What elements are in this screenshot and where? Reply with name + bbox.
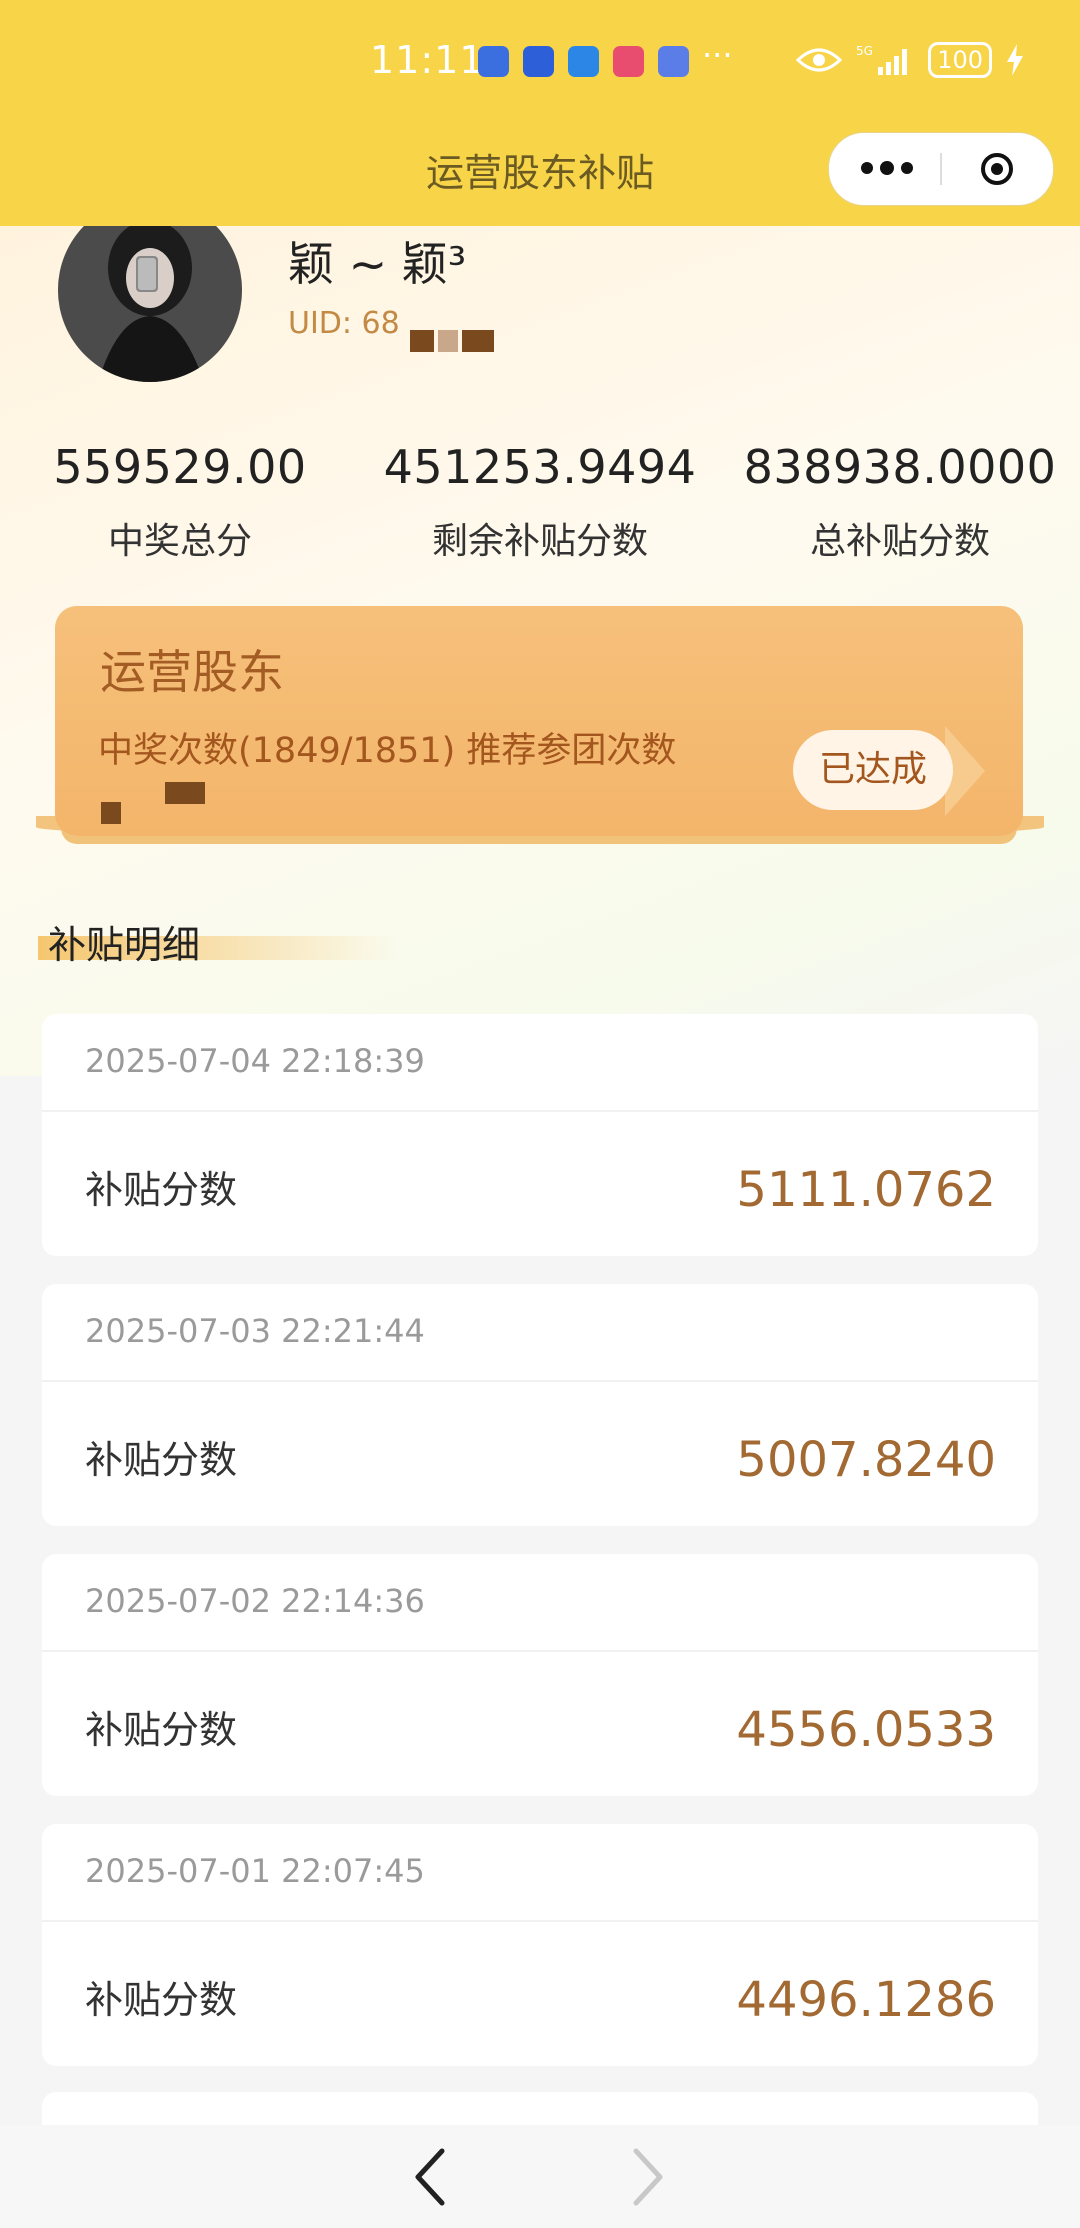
- item-divider: [42, 1110, 1038, 1112]
- signal-icon: 5G: [856, 44, 908, 75]
- achieved-badge: 已达成: [793, 730, 953, 810]
- stat-total-winning: 559529.00 中奖总分: [0, 440, 360, 564]
- more-notifications-icon: ···: [702, 36, 733, 74]
- eye-icon: [796, 48, 843, 72]
- close-mini-program-icon[interactable]: [979, 151, 1015, 187]
- stat-value: 838938.0000: [743, 440, 1057, 494]
- item-date: 2025-07-03 22:21:44: [85, 1312, 425, 1350]
- card-title: 运营股东: [100, 645, 284, 699]
- shareholder-status-card: 运营股东 中奖次数(1849/1851) 推荐参团次数 已达成: [55, 606, 1023, 836]
- battery-indicator: 100: [928, 42, 992, 78]
- redacted-mosaic: [410, 330, 434, 352]
- capsule-divider: [940, 153, 942, 185]
- charging-icon: [1007, 44, 1023, 76]
- item-date: 2025-07-04 22:18:39: [85, 1042, 425, 1080]
- globe-app-icon: [568, 46, 599, 77]
- network-type-label: 5G: [856, 44, 873, 58]
- chat-app-icon: [478, 46, 509, 77]
- stat-label: 中奖总分: [107, 521, 252, 562]
- reader-app-icon: [613, 46, 644, 77]
- redacted-mosaic: [101, 802, 121, 824]
- mini-program-capsule: [828, 132, 1054, 206]
- item-label: 补贴分数: [85, 1438, 238, 1482]
- back-arrow-icon[interactable]: [410, 2147, 450, 2207]
- stat-label: 总补贴分数: [809, 521, 990, 562]
- stat-value: 451253.9494: [383, 440, 697, 494]
- list-item: 2025-07-04 22:18:39 补贴分数 5111.0762: [42, 1014, 1038, 1256]
- redacted-mosaic: [165, 782, 205, 804]
- list-item: 2025-07-03 22:21:44 补贴分数 5007.8240: [42, 1284, 1038, 1526]
- item-label: 补贴分数: [85, 1708, 238, 1752]
- stat-value: 559529.00: [53, 440, 307, 494]
- notification-icons: [478, 46, 689, 77]
- section-title: 补贴明细: [48, 923, 201, 967]
- card-description: 中奖次数(1849/1851) 推荐参团次数: [98, 731, 677, 771]
- status-indicators: 5G 100: [796, 42, 1024, 78]
- redacted-mosaic: [462, 330, 494, 352]
- item-date: 2025-07-02 22:14:36: [85, 1582, 425, 1620]
- item-value: 5111.0762: [736, 1162, 996, 1218]
- more-options-icon[interactable]: [859, 153, 915, 183]
- list-item: 2025-07-01 22:07:45 补贴分数 4496.1286: [42, 1824, 1038, 2066]
- stat-label: 剩余补贴分数: [431, 521, 648, 562]
- item-divider: [42, 1380, 1038, 1382]
- item-date: 2025-07-01 22:07:45: [85, 1852, 425, 1890]
- status-bar: 11:11 ··· 5G 100: [0, 0, 1080, 128]
- stat-remaining-subsidy: 451253.9494 剩余补贴分数: [360, 440, 720, 564]
- item-label: 补贴分数: [85, 1168, 238, 1212]
- item-value: 5007.8240: [736, 1432, 996, 1488]
- score-stats: 559529.00 中奖总分 451253.9494 剩余补贴分数 838938…: [0, 440, 1080, 564]
- item-divider: [42, 1650, 1038, 1652]
- item-value: 4556.0533: [736, 1702, 996, 1758]
- top-header: 11:11 ··· 5G 100 运营股东补贴: [0, 0, 1080, 226]
- browser-app-icon: [523, 46, 554, 77]
- music-app-icon: [658, 46, 689, 77]
- user-uid: UID: 68: [288, 306, 400, 341]
- bottom-navigation: [0, 2125, 1080, 2228]
- item-divider: [42, 1920, 1038, 1922]
- item-label: 补贴分数: [85, 1978, 238, 2022]
- list-item: 2025-07-02 22:14:36 补贴分数 4556.0533: [42, 1554, 1038, 1796]
- redacted-mosaic: [438, 330, 458, 352]
- forward-arrow-icon[interactable]: [628, 2147, 668, 2207]
- user-nickname: 颖 ~ 颖³: [288, 237, 467, 291]
- status-time: 11:11: [370, 38, 485, 82]
- stat-total-subsidy: 838938.0000 总补贴分数: [720, 440, 1080, 564]
- item-value: 4496.1286: [736, 1972, 996, 2028]
